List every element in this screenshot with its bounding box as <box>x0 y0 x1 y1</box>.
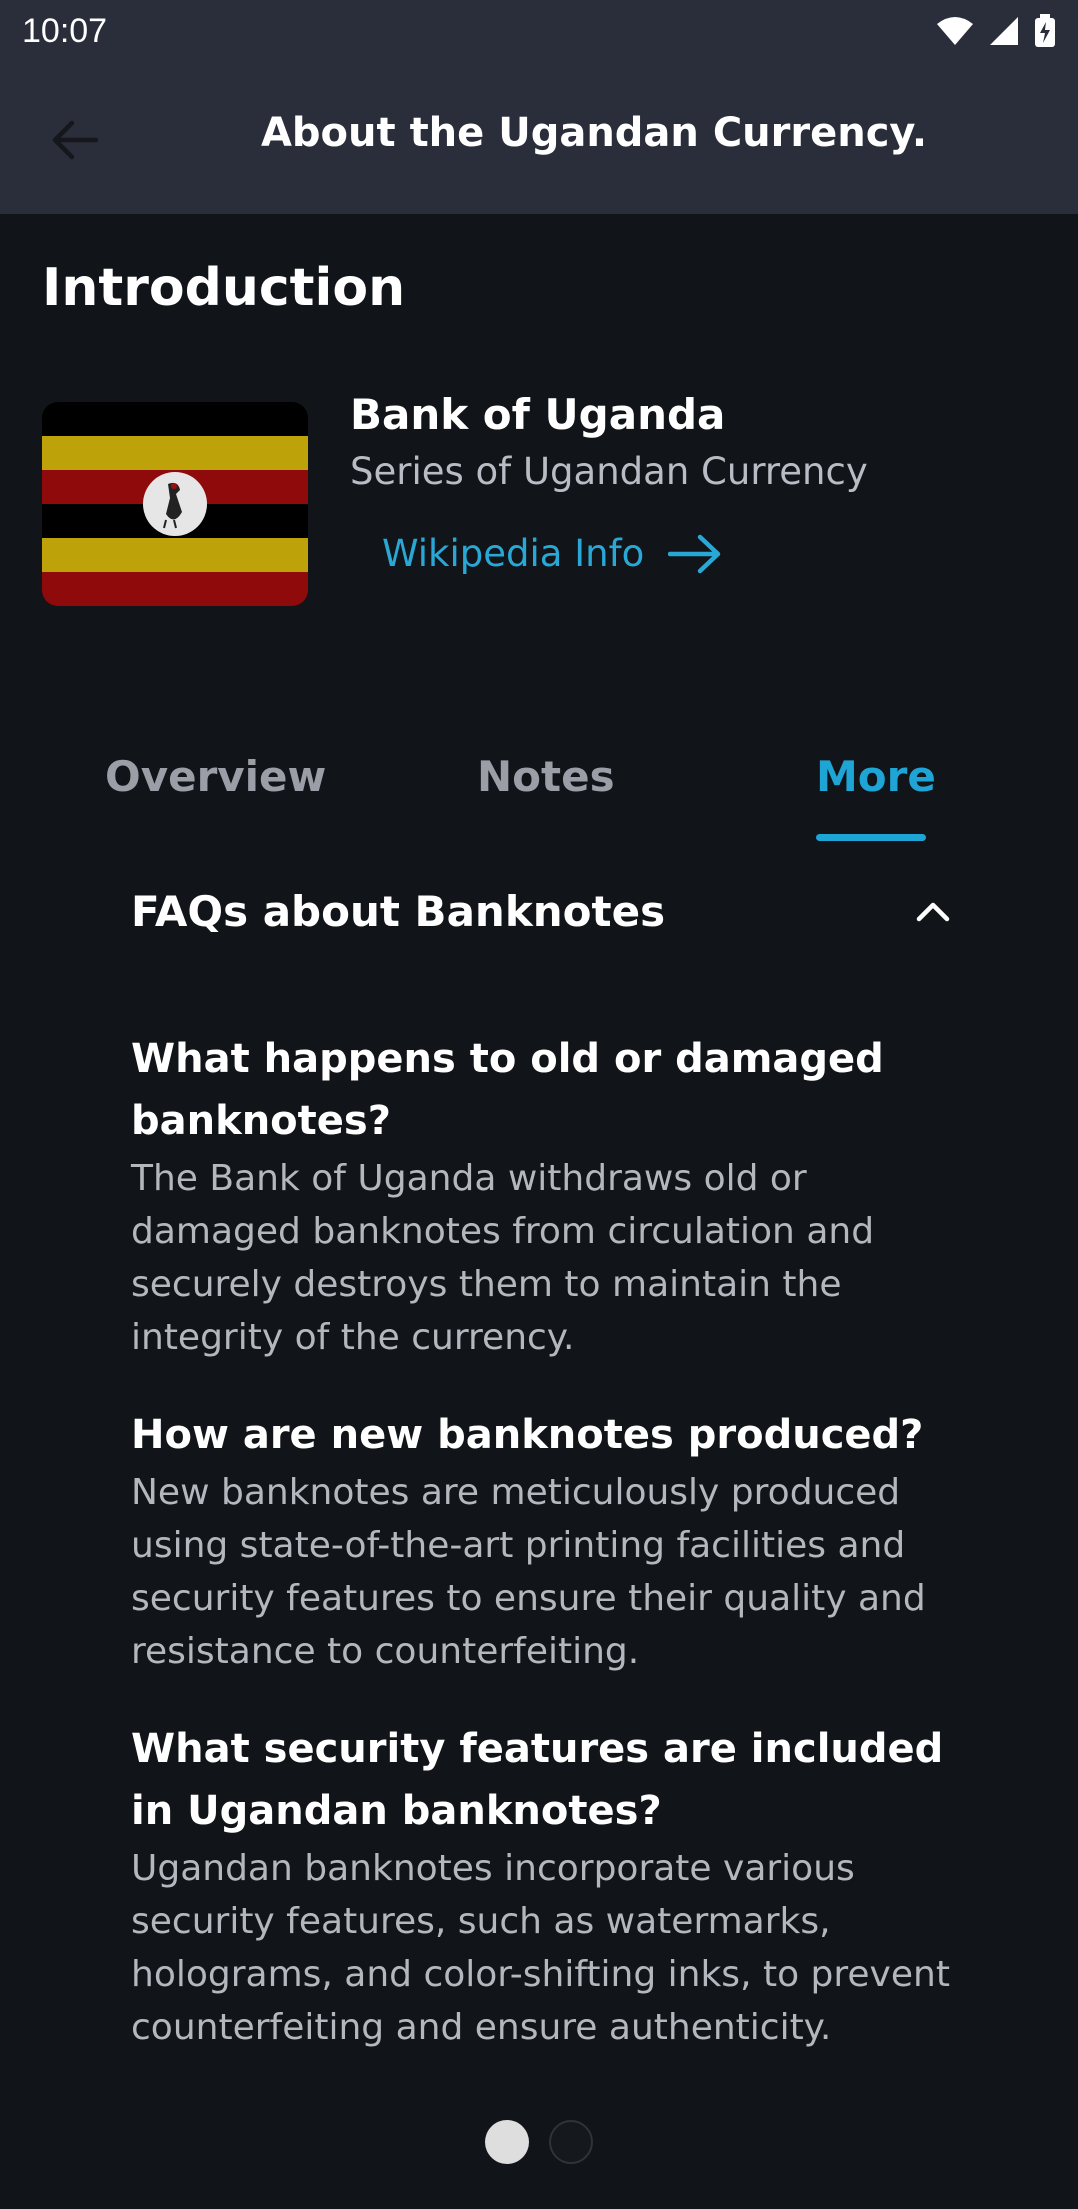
faq-question: How are new banknotes produced? <box>131 1412 924 1458</box>
page-dot-inactive[interactable] <box>549 2120 593 2164</box>
wikipedia-info-link[interactable]: Wikipedia Info <box>382 532 722 575</box>
faq-item: What happens to old or damaged banknotes… <box>131 1028 961 1364</box>
tab-more[interactable]: More <box>816 752 936 801</box>
signal-icon <box>990 17 1018 45</box>
faq-list: What happens to old or damaged banknotes… <box>131 1028 961 2094</box>
uganda-flag-image <box>42 402 308 606</box>
tab-notes[interactable]: Notes <box>477 752 615 801</box>
bank-name: Bank of Uganda <box>350 390 726 439</box>
page-indicator <box>0 2112 1078 2172</box>
faq-question: What happens to old or damaged banknotes… <box>131 1036 884 1144</box>
status-icons <box>936 14 1056 48</box>
app-bar-title: About the Ugandan Currency. <box>260 110 928 156</box>
wikipedia-info-label: Wikipedia Info <box>382 532 645 575</box>
app-bar: About the Ugandan Currency. <box>0 62 1078 214</box>
back-arrow-icon <box>52 120 98 160</box>
status-bar: 10:07 <box>0 0 1078 62</box>
page-dot-active[interactable] <box>485 2120 529 2164</box>
faq-question: What security features are included in U… <box>131 1726 944 1834</box>
bank-subtitle: Series of Ugandan Currency <box>350 450 868 493</box>
tab-bar: Overview Notes More <box>0 740 1078 840</box>
section-title: Introduction <box>42 258 406 318</box>
tab-overview[interactable]: Overview <box>105 752 326 801</box>
back-button[interactable] <box>36 102 112 178</box>
faq-accordion-header[interactable]: FAQs about Banknotes <box>131 880 951 942</box>
faq-header-title: FAQs about Banknotes <box>131 886 666 936</box>
chevron-up-icon <box>916 902 950 922</box>
faq-item: How are new banknotes produced? New bank… <box>131 1404 961 1678</box>
faq-item: What security features are included in U… <box>131 1718 961 2054</box>
status-time: 10:07 <box>22 11 108 50</box>
faq-answer: New banknotes are meticulously produced … <box>131 1472 926 1672</box>
faq-answer: The Bank of Uganda withdraws old or dama… <box>131 1158 875 1358</box>
tab-indicator <box>816 834 926 841</box>
battery-charging-icon <box>1035 14 1055 47</box>
faq-answer: Ugandan banknotes incorporate various se… <box>131 1848 950 2048</box>
arrow-right-icon <box>668 534 721 573</box>
wifi-icon <box>937 17 973 45</box>
